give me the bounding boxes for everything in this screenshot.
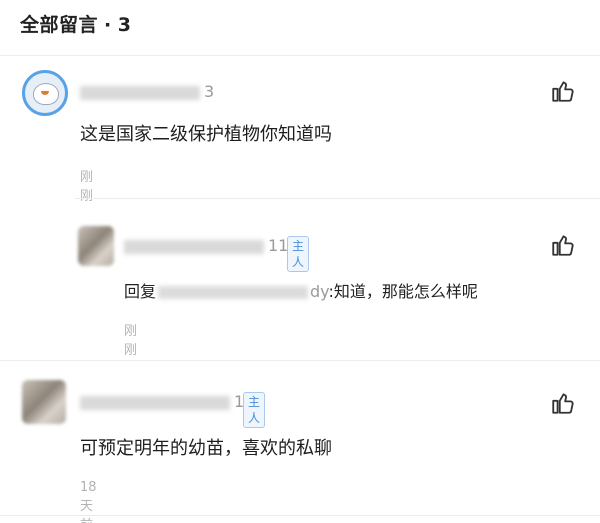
blurred-username	[80, 85, 200, 100]
owner-badge: 主人	[287, 236, 310, 272]
avatar[interactable]	[78, 226, 114, 266]
thumbs-up-icon[interactable]	[550, 390, 576, 416]
blurred-username	[124, 239, 264, 254]
avatar[interactable]	[22, 70, 68, 116]
header-separator: ·	[104, 14, 112, 36]
owner-badge: 主人	[243, 392, 266, 428]
comments-title: 全部留言	[20, 14, 99, 36]
thumbs-up-icon[interactable]	[550, 78, 576, 104]
avatar[interactable]	[22, 380, 66, 424]
replier-name[interactable]: 11	[124, 236, 288, 255]
divider	[75, 198, 600, 199]
comment-text: 这是国家二级保护植物你知道吗	[80, 124, 332, 145]
divider	[0, 55, 600, 56]
divider	[0, 360, 600, 361]
comments-count: 3	[117, 14, 132, 36]
comment-text: 可预定明年的幼苗，喜欢的私聊	[80, 438, 332, 459]
blurred-mention	[158, 286, 309, 299]
blurred-username	[80, 395, 230, 410]
comment-time: 18天前	[80, 480, 97, 523]
comments-header: 全部留言 · 3	[20, 10, 131, 37]
reply-text: 回复 dy:知道，那能怎么样呢	[124, 282, 478, 301]
divider	[0, 515, 600, 516]
commenter-name[interactable]: 3	[80, 82, 214, 101]
thumbs-up-icon[interactable]	[550, 232, 576, 258]
commenter-name[interactable]: 1	[80, 392, 244, 411]
reply-time: 刚刚	[124, 324, 138, 358]
